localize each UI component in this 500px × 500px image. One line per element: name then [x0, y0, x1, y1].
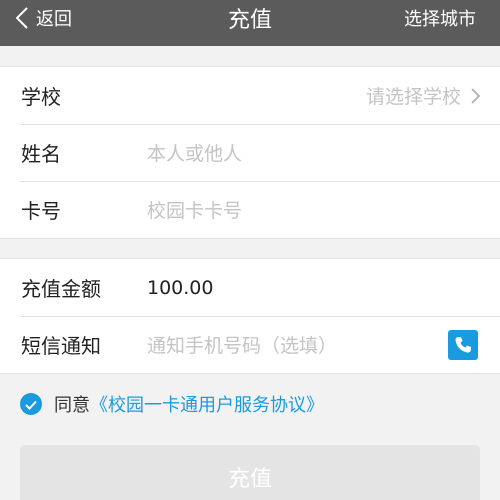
account-info-group: 学校 请选择学校 姓名 本人或他人 卡号 校园卡卡号: [0, 66, 500, 239]
school-row[interactable]: 学校 请选择学校: [0, 67, 500, 124]
school-placeholder: 请选择学校: [365, 86, 461, 108]
name-row: 姓名 本人或他人: [0, 124, 500, 181]
amount-label: 充值金额: [21, 277, 101, 301]
chevron-left-icon: [16, 7, 28, 29]
card-number-input[interactable]: 校园卡卡号: [147, 196, 242, 223]
phone-input[interactable]: 通知手机号码（选填）: [147, 331, 337, 358]
sms-row: 短信通知 通知手机号码（选填）: [0, 316, 500, 373]
nav-bar: 返回 充值 选择城市: [0, 0, 500, 46]
check-icon: [25, 394, 37, 415]
agree-prefix: 同意: [54, 395, 90, 416]
name-label: 姓名: [21, 142, 61, 166]
school-select[interactable]: 请选择学校: [366, 82, 480, 109]
card-label: 卡号: [21, 199, 61, 223]
card-row: 卡号 校园卡卡号: [0, 181, 500, 238]
agreement-row: 同意《校园一卡通用户服务协议》: [20, 392, 324, 416]
agreement-link[interactable]: 《校园一卡通用户服务协议》: [90, 395, 324, 416]
sms-label: 短信通知: [21, 334, 101, 358]
chevron-right-icon: [461, 87, 480, 104]
back-button[interactable]: 返回: [16, 0, 72, 36]
recharge-button[interactable]: 充值: [20, 445, 480, 500]
contacts-icon[interactable]: [448, 329, 478, 360]
agree-checkbox[interactable]: [20, 393, 42, 415]
school-label: 学校: [21, 85, 61, 109]
amount-input[interactable]: 100.00: [147, 277, 213, 299]
recharge-group: 充值金额 100.00 短信通知 通知手机号码（选填）: [0, 258, 500, 374]
amount-row: 充值金额 100.00: [0, 259, 500, 316]
back-label: 返回: [36, 9, 72, 30]
agreement-text: 同意《校园一卡通用户服务协议》: [54, 391, 324, 417]
name-input[interactable]: 本人或他人: [147, 139, 242, 166]
select-city-button[interactable]: 选择城市: [404, 0, 476, 36]
